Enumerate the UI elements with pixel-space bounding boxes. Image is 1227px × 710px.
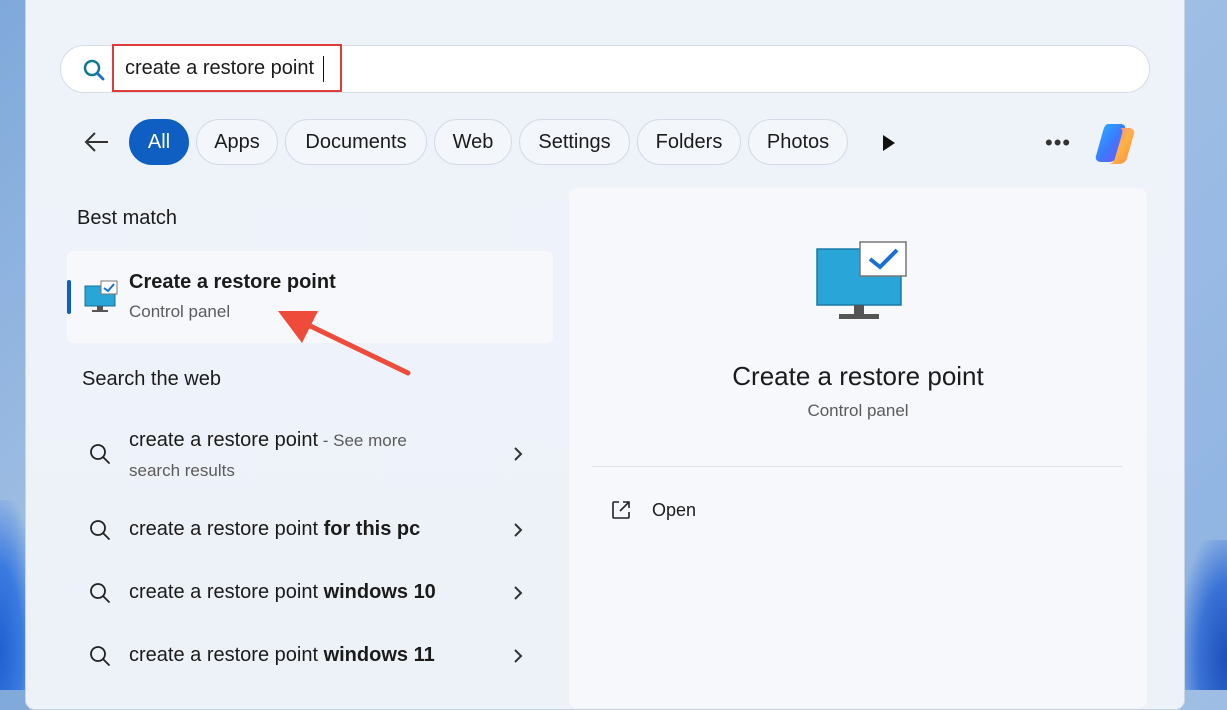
filter-photos[interactable]: Photos — [748, 119, 848, 165]
restore-point-icon — [816, 241, 907, 319]
web-result-2-text: create a restore point for this pc — [129, 518, 421, 540]
search-icon — [83, 59, 105, 81]
search-icon — [90, 583, 110, 603]
search-web-heading: Search the web — [82, 368, 221, 390]
chevron-right-icon — [514, 586, 523, 600]
more-icon[interactable]: ••• — [1045, 130, 1073, 156]
web-result-3-text: create a restore point windows 10 — [129, 581, 436, 603]
web-result-1-text-cont: search results — [129, 461, 235, 480]
web-result-1-text: create a restore point - See more — [129, 429, 407, 451]
open-external-icon[interactable] — [610, 499, 632, 521]
search-icon — [90, 444, 110, 464]
web-result-4-text: create a restore point windows 11 — [129, 644, 435, 666]
chevron-right-icon — [514, 523, 523, 537]
preview-title: Create a restore point — [732, 361, 984, 391]
filter-web[interactable]: Web — [434, 119, 512, 165]
copilot-icon[interactable] — [1094, 120, 1142, 166]
filter-documents[interactable]: Documents — [285, 119, 427, 165]
selection-indicator — [67, 280, 71, 314]
search-query-text[interactable]: create a restore point — [125, 57, 314, 80]
filter-folders[interactable]: Folders — [637, 119, 741, 165]
filter-all[interactable]: All — [129, 119, 189, 165]
back-arrow-icon[interactable] — [82, 127, 112, 157]
best-match-heading: Best match — [77, 207, 178, 229]
preview-divider — [592, 466, 1123, 467]
chevron-right-icon — [514, 447, 523, 461]
desktop-wallpaper-right — [1182, 540, 1227, 690]
best-match-title: Create a restore point — [129, 271, 336, 293]
filter-apps[interactable]: Apps — [196, 119, 278, 165]
annotation-arrow — [278, 311, 411, 376]
filter-settings[interactable]: Settings — [519, 119, 630, 165]
search-icon — [90, 646, 110, 666]
chevron-right-icon — [514, 649, 523, 663]
text-caret — [323, 56, 324, 82]
open-action[interactable]: Open — [652, 500, 696, 521]
preview-subtitle: Control panel — [807, 401, 909, 420]
restore-point-icon — [84, 280, 118, 312]
play-icon[interactable] — [880, 132, 898, 154]
search-icon — [90, 520, 110, 540]
best-match-subtitle: Control panel — [129, 302, 231, 321]
